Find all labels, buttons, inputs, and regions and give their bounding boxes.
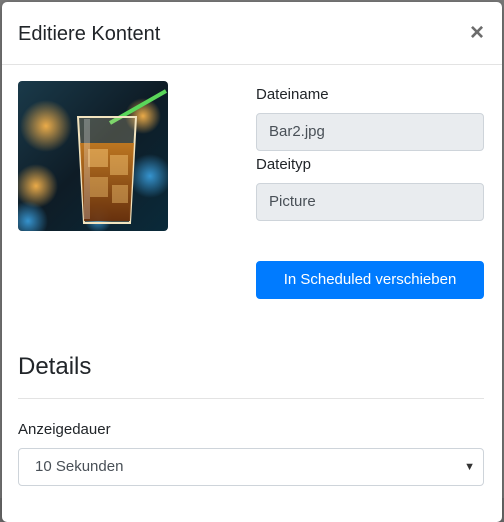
duration-select[interactable]: 10 Sekunden ▼ xyxy=(18,448,484,486)
section-divider xyxy=(18,398,484,399)
details-heading: Details xyxy=(18,353,92,380)
filetype-field[interactable]: Picture xyxy=(256,183,484,221)
close-icon[interactable]: × xyxy=(470,19,484,46)
modal-header: Editiere Kontent × xyxy=(2,2,502,65)
filename-label: Dateiname xyxy=(256,86,329,103)
drink-glass-image xyxy=(18,81,168,231)
chevron-down-icon: ▼ xyxy=(464,461,475,473)
edit-content-modal: Editiere Kontent × Dateiname Bar2.jpg Da… xyxy=(2,2,502,522)
filename-field[interactable]: Bar2.jpg xyxy=(256,113,484,151)
modal-title: Editiere Kontent xyxy=(18,23,161,45)
move-to-scheduled-button[interactable]: In Scheduled verschieben xyxy=(256,261,484,299)
filetype-label: Dateityp xyxy=(256,156,312,173)
content-thumbnail xyxy=(18,81,168,231)
duration-selected-value: 10 Sekunden xyxy=(35,458,124,475)
close-button[interactable]: × xyxy=(466,20,488,46)
duration-label: Anzeigedauer xyxy=(18,421,111,438)
